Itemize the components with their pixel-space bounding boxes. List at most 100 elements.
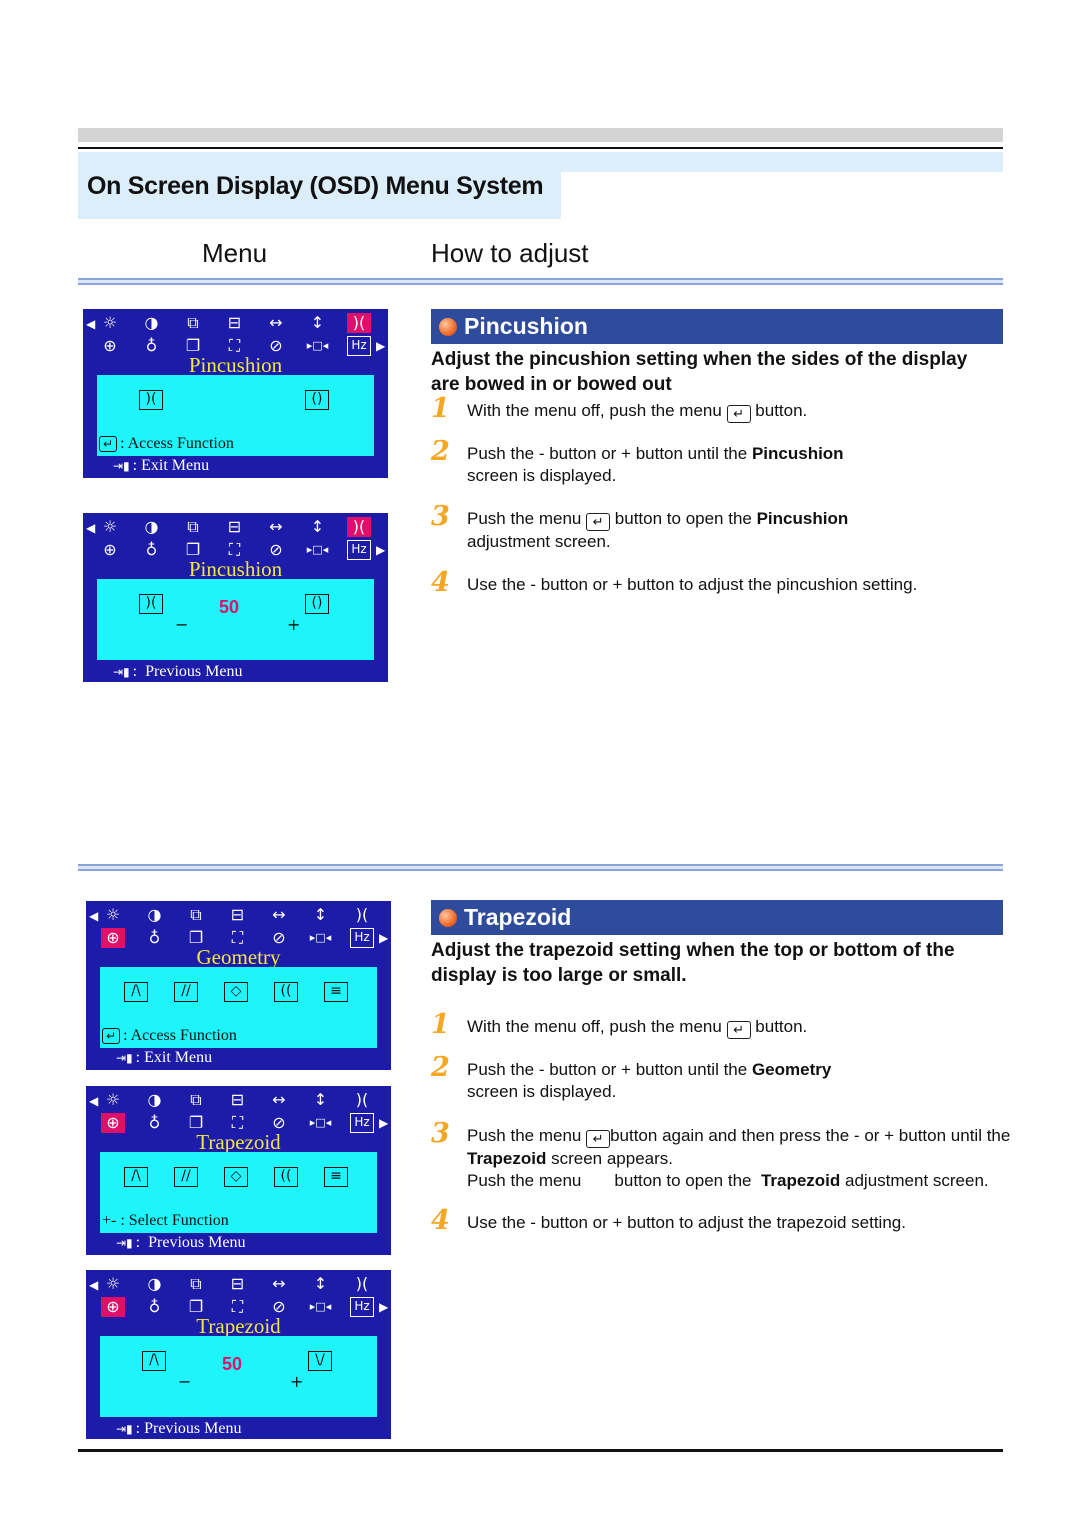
enter-icon: ↵ xyxy=(99,436,118,452)
brightness-icon: ☼ xyxy=(105,905,121,924)
position-icon: ⧉ xyxy=(190,1090,202,1109)
position-icon: ⧉ xyxy=(187,517,199,536)
left-arrow-icon: ◀ xyxy=(89,909,99,923)
v-size-icon: ↕ xyxy=(313,1090,328,1109)
footer-text: : Exit Menu xyxy=(135,1049,213,1066)
step-3: 3 Push the menu ↵ button to open the Pinc… xyxy=(431,501,849,551)
brightness-icon: ☼ xyxy=(102,313,118,332)
right-arrow-icon: ▶ xyxy=(379,1300,389,1314)
title-notch xyxy=(561,172,1003,219)
divider xyxy=(78,278,1003,285)
trapezoid-icon[interactable]: /\ xyxy=(124,982,148,1002)
minus-label: − xyxy=(175,615,189,634)
h-size-icon: ↔ xyxy=(272,905,286,924)
osd-footer-line: ⇥▮: Previous Menu xyxy=(116,1234,245,1252)
value-display: 50 xyxy=(219,597,240,617)
section-header-trapezoid: Trapezoid xyxy=(431,900,1003,935)
bottom-rule xyxy=(78,1449,1003,1452)
left-arrow-icon: ◀ xyxy=(89,1278,99,1292)
linearity-icon[interactable]: ≡ xyxy=(324,982,348,1002)
h-size-icon: ↔ xyxy=(269,313,283,332)
h-size-icon: ↔ xyxy=(272,1274,286,1293)
osd-footer-line: +- : Select Function xyxy=(102,1212,229,1230)
right-arrow-icon: ▶ xyxy=(379,931,389,945)
step-2: 2 Push the - button or + button until the… xyxy=(431,436,844,485)
size-icon: ⊟ xyxy=(227,313,242,332)
footer-text: : Previous Menu xyxy=(135,1234,246,1251)
v-size-icon: ↕ xyxy=(310,313,325,332)
h-size-icon: ↔ xyxy=(269,517,283,536)
footer-text: +- : Select Function xyxy=(102,1212,229,1229)
osd-content-area: )(() 50 − + xyxy=(97,579,374,660)
bullet-ball-icon xyxy=(439,909,457,927)
size-icon: ⊟ xyxy=(227,517,242,536)
step-4: 4 Use the - button or + button to adjust … xyxy=(431,1205,906,1236)
linearity-icon[interactable]: ≡ xyxy=(324,1167,348,1187)
footer-text: : Access Function xyxy=(120,435,234,452)
pincushion-out-icon[interactable]: () xyxy=(305,594,329,614)
pincushion-icon: )( xyxy=(355,1090,369,1109)
enter-key-icon: ↵ xyxy=(726,405,751,423)
trapezoid-icon[interactable]: /\ xyxy=(142,1351,166,1371)
section-title: Trapezoid xyxy=(464,904,572,930)
pinbalance-icon[interactable]: (( xyxy=(274,982,298,1002)
rotation-icon[interactable]: ◇ xyxy=(224,982,248,1002)
step-4: 4 Use the - button or + button to adjust … xyxy=(431,567,918,598)
top-rule xyxy=(78,147,1003,149)
value-display: 50 xyxy=(222,1354,243,1374)
divider xyxy=(78,864,1003,871)
bullet-ball-icon xyxy=(439,318,457,336)
position-icon: ⧉ xyxy=(187,313,199,332)
brightness-icon: ☼ xyxy=(102,517,118,536)
contrast-icon: ◑ xyxy=(147,1090,162,1109)
section-title: Pincushion xyxy=(464,313,588,339)
osd-panel: ◀ ▶ ☼ ◑ ⧉ ⊟ ↔ ↕)(⊕ ♁ ❐ ⛶ ⊘ ▸□◂ Hz Pincushion)(() ↵: Acc… xyxy=(83,309,388,478)
v-size-icon: ↕ xyxy=(313,905,328,924)
osd-footer-line: ↵: Access Function xyxy=(102,1027,237,1045)
step-2: 2 Push the - button or + button until the… xyxy=(431,1052,832,1101)
pincushion-in-icon[interactable]: )( xyxy=(139,390,163,410)
column-header-how-to-adjust: How to adjust xyxy=(431,238,589,268)
parallelogram-icon[interactable]: // xyxy=(174,1167,198,1187)
brightness-icon: ☼ xyxy=(105,1274,121,1293)
exit-icon: ⇥▮ xyxy=(116,1236,133,1250)
parallelogram-icon[interactable]: // xyxy=(174,982,198,1002)
section-subtitle: Adjust the trapezoid setting when the to… xyxy=(431,940,955,986)
right-arrow-icon: ▶ xyxy=(376,543,386,557)
contrast-icon: ◑ xyxy=(147,1274,162,1293)
pinbalance-icon[interactable]: (( xyxy=(274,1167,298,1187)
step-1: 1 With the menu off, push the menu ↵ butt… xyxy=(431,1009,808,1040)
section-subtitle: Adjust the pincushion setting when the s… xyxy=(431,349,968,395)
osd-footer-line: ⇥▮: Previous Menu xyxy=(116,1420,241,1438)
pincushion-out-icon[interactable]: () xyxy=(305,390,329,410)
pincushion-icon: )( xyxy=(355,905,369,924)
exit-icon: ⇥▮ xyxy=(113,459,130,473)
rotation-icon[interactable]: ◇ xyxy=(224,1167,248,1187)
footer-text: : Access Function xyxy=(123,1027,237,1044)
pincushion-icon: )( xyxy=(355,1274,369,1293)
pincushion-in-icon[interactable]: )( xyxy=(139,594,163,614)
contrast-icon: ◑ xyxy=(147,905,162,924)
v-size-icon: ↕ xyxy=(313,1274,328,1293)
enter-key-icon: ↵ xyxy=(586,513,611,531)
osd-content-area: /\ \/ 50 − + xyxy=(100,1336,377,1417)
trapezoid-icon[interactable]: /\ xyxy=(124,1167,148,1187)
left-arrow-icon: ◀ xyxy=(86,317,96,331)
osd-footer-line: ↵: Access Function xyxy=(99,435,234,453)
h-size-icon: ↔ xyxy=(272,1090,286,1109)
osd-footer-line: ⇥▮: Previous Menu xyxy=(113,663,242,681)
left-arrow-icon: ◀ xyxy=(89,1094,99,1108)
step-1: 1 With the menu off, push the menu ↵ butt… xyxy=(431,393,808,424)
pincushion-icon: )( xyxy=(347,313,371,333)
contrast-icon: ◑ xyxy=(144,517,159,536)
osd-panel: ◀ ▶ ☼ ◑ ⧉ ⊟ ↔ ↕)(⊕ ♁ ❐ ⛶ ⊘ ▸□◂ Hz Pincushion)(() 50− + ⇥▮… xyxy=(83,513,388,682)
trapezoid-inverse-icon[interactable]: \/ xyxy=(308,1351,332,1371)
size-icon: ⊟ xyxy=(230,905,245,924)
section-header-pincushion: Pincushion xyxy=(431,309,1003,344)
osd-panel: ◀ ▶ ☼ ◑ ⧉ ⊟ ↔ ↕)(⊕ ♁ ❐ ⛶ ⊘ ▸□◂ Hz Trapezoid/\//◇((≡ +- … xyxy=(86,1086,391,1255)
osd-footer-line: ⇥▮: Exit Menu xyxy=(116,1049,212,1067)
minus-label: − xyxy=(178,1372,192,1391)
size-icon: ⊟ xyxy=(230,1090,245,1109)
footer-text: : Exit Menu xyxy=(132,457,210,474)
top-gray-bar xyxy=(78,128,1003,142)
